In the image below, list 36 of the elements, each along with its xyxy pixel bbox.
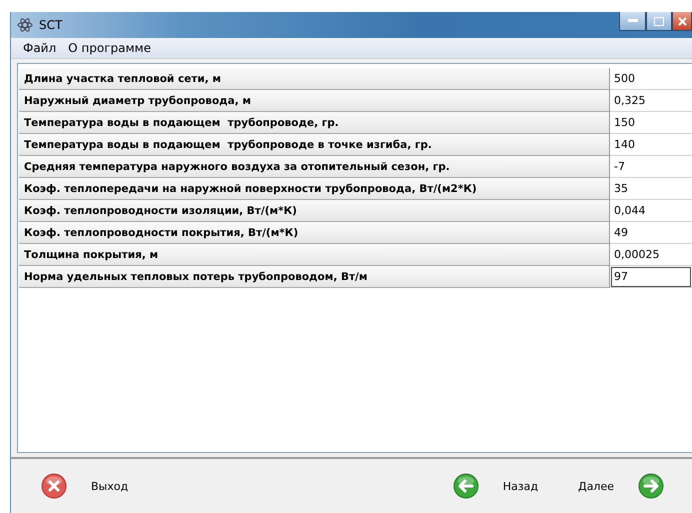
arrow-left-icon xyxy=(452,473,479,499)
value-field[interactable]: 500 xyxy=(610,68,692,90)
window-title: SCT xyxy=(39,18,62,32)
menu-item[interactable]: О программе xyxy=(62,41,157,55)
next-button[interactable]: Далее xyxy=(578,473,664,499)
row-label: Наружный диаметр трубопровода, м xyxy=(19,90,610,112)
minimize-button[interactable] xyxy=(619,12,646,31)
atom-icon xyxy=(17,18,33,32)
close-icon xyxy=(678,16,686,26)
close-button[interactable] xyxy=(672,12,692,31)
menu-item[interactable]: Файл xyxy=(17,41,62,55)
value-field[interactable]: 0,044 xyxy=(610,200,692,222)
minimize-icon xyxy=(628,19,638,23)
value-field[interactable]: 97 xyxy=(610,266,692,288)
row-label: Коэф. теплопередачи на наружной поверхности трубопровода, Вт/(м2*К) xyxy=(19,178,610,200)
row-label: Средняя температура наружного воздуха за отопительный сезон, гр. xyxy=(19,156,610,178)
row-label: Коэф. теплопроводности изоляции, Вт/(м*К) xyxy=(19,200,610,222)
back-button[interactable]: Назад xyxy=(452,473,538,499)
exit-button[interactable]: Выход xyxy=(41,473,128,499)
row-label: Толщина покрытия, м xyxy=(19,244,610,266)
value-field[interactable]: 49 xyxy=(610,222,692,244)
row-label: Норма удельных тепловых потерь трубопроводом, Вт/м xyxy=(19,266,610,288)
value-field[interactable]: -7 xyxy=(610,156,692,178)
value-field[interactable]: 150 xyxy=(610,112,692,134)
row-label: Температура воды в подающем трубопроводе, гр. xyxy=(19,112,610,134)
value-field[interactable]: 140 xyxy=(610,134,692,156)
close-icon xyxy=(41,473,67,499)
row-label: Температура воды в подающем трубопроводе в точке изгиба, гр. xyxy=(19,134,610,156)
maximize-icon xyxy=(654,16,664,26)
value-field[interactable]: 0,00025 xyxy=(610,244,692,266)
value-field[interactable]: 35 xyxy=(610,178,692,200)
arrow-right-icon xyxy=(638,473,664,499)
row-label: Длина участка тепловой сети, м xyxy=(19,68,610,90)
row-label: Коэф. теплопроводности покрытия, Вт/(м*К) xyxy=(19,222,610,244)
value-field[interactable]: 0,325 xyxy=(610,90,692,112)
maximize-button[interactable] xyxy=(646,12,672,31)
